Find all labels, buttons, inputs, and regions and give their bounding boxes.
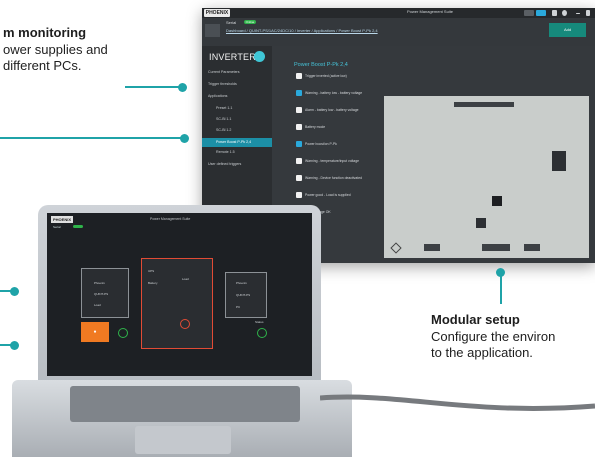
- laptop-action-button[interactable]: ●: [81, 322, 109, 342]
- checkbox-label: Warning - temperature/input voltage: [305, 159, 359, 163]
- terminal-block: [524, 244, 540, 251]
- checkbox-label: Battery mode: [305, 125, 326, 129]
- callout-dot: [10, 287, 19, 296]
- node-label: Load: [182, 277, 189, 281]
- callout-system-monitoring-line1: ower supplies and: [3, 42, 108, 57]
- node-label: Phoenix: [236, 281, 247, 285]
- sidebar-item-trigger-thresholds[interactable]: Trigger thresholds: [208, 82, 237, 86]
- callout-connector: [500, 276, 502, 304]
- checkbox[interactable]: [296, 90, 302, 96]
- power-cable: [320, 394, 595, 411]
- minimize-icon[interactable]: [576, 13, 580, 14]
- checkbox-label: Warning - Device function deactivated: [305, 176, 362, 180]
- checkbox-label: Alarm - battery low - battery voltage: [305, 108, 359, 112]
- checkbox[interactable]: [296, 107, 302, 113]
- callout-system-monitoring-title: m monitoring: [3, 25, 87, 40]
- checkbox-label: Power boost/on P-Pk: [305, 142, 337, 146]
- callout-connector: [125, 86, 180, 88]
- callout-modular-setup-line1: Configure the environ: [431, 329, 556, 344]
- content-title: Power Boost P-Pk 2,4: [294, 62, 348, 68]
- device-diagram: [384, 96, 589, 258]
- warning-icon: [390, 242, 402, 254]
- checkbox-label: Warning - battery low - battery voltage: [305, 91, 363, 95]
- laptop-app-title: Power Management Suite: [150, 217, 191, 221]
- callout-dot: [178, 83, 187, 92]
- node-label: Status: [255, 320, 264, 324]
- title-bar: PHOENIX Power Management Suite: [202, 8, 595, 18]
- checkbox[interactable]: [296, 192, 302, 198]
- node-label: QUINT-PS: [236, 293, 251, 297]
- sidebar-item-applications[interactable]: Applications: [208, 94, 227, 98]
- menu-button[interactable]: [205, 24, 220, 37]
- node-label: Load: [94, 303, 101, 307]
- sidebar-item-user-triggers[interactable]: User defined triggers: [208, 162, 241, 166]
- breadcrumb[interactable]: Dashboard / QUINT-PS/1AC/24DC/10 / Inver…: [226, 28, 378, 33]
- home-icon[interactable]: [552, 10, 557, 16]
- terminal-block: [482, 244, 510, 251]
- settings-icon[interactable]: [562, 10, 567, 16]
- sidebar-item-sc-bl-1[interactable]: SC-Bl 1.1: [216, 117, 231, 121]
- sidebar-title: INVERTER: [209, 52, 256, 62]
- qr-code: [476, 218, 486, 228]
- checkbox-label: Power good - Load is supplied: [305, 193, 351, 197]
- node-label: UPS: [148, 269, 155, 273]
- status-circle-icon: [254, 51, 265, 62]
- status-display: [552, 151, 566, 171]
- checkbox[interactable]: [296, 158, 302, 164]
- laptop-input-panel: Phoenix QUINT-PS Load: [81, 268, 129, 318]
- node-label: QUINT-PS: [94, 292, 109, 296]
- node-label: PC: [236, 305, 241, 309]
- ok-status-icon: [257, 328, 267, 338]
- callout-system-monitoring-line2: different PCs.: [3, 58, 82, 73]
- sidebar-item-remote[interactable]: Remote 1.5: [216, 150, 235, 154]
- laptop-serial-label: Serial: [53, 225, 61, 229]
- sidebar-item-current-parameters[interactable]: Current Parameters: [208, 70, 240, 74]
- trackpad: [135, 426, 231, 454]
- window-button[interactable]: [536, 10, 546, 16]
- alarm-status-icon: [180, 319, 190, 329]
- checkbox[interactable]: [296, 175, 302, 181]
- phoenix-logo-icon: [492, 196, 502, 206]
- callout-dot: [10, 341, 19, 350]
- sidebar-item-sc-bl-2[interactable]: SC-Bl 1.2: [216, 128, 231, 132]
- callout-modular-setup-title: Modular setup: [431, 312, 520, 327]
- checkbox-label: Trigger inverted (active low): [305, 74, 347, 78]
- callout-connector: [0, 137, 182, 139]
- serial-label: Serial: [226, 20, 237, 25]
- ok-status-icon: [118, 328, 128, 338]
- checkbox[interactable]: [296, 141, 302, 147]
- close-icon[interactable]: [586, 10, 590, 16]
- laptop-output-panel: Phoenix QUINT-PS PC: [225, 272, 267, 318]
- sidebar-item-preset[interactable]: Preset 1.1: [216, 106, 232, 110]
- checkbox[interactable]: [296, 73, 302, 79]
- terminal-block: [424, 244, 440, 251]
- sidebar-active-highlight[interactable]: Power Boost P-Pk 2,4: [202, 138, 272, 147]
- keyboard: [70, 386, 300, 422]
- callout-dot: [180, 134, 189, 143]
- laptop-brand-logo: PHOENIX: [51, 216, 73, 223]
- node-label: Battery: [148, 281, 158, 285]
- brand-logo: PHOENIX: [204, 9, 230, 17]
- laptop-online-badge: [73, 225, 83, 228]
- callout-modular-setup-line2: to the application.: [431, 345, 533, 360]
- add-button[interactable]: Add: [549, 23, 586, 37]
- window-button[interactable]: [524, 10, 534, 16]
- sidebar-item-label: Power Boost P-Pk 2,4: [216, 140, 252, 144]
- laptop-inverter-panel: UPS Battery Load: [141, 258, 213, 349]
- checkbox[interactable]: [296, 124, 302, 130]
- terminal-block: [454, 102, 514, 107]
- app-title: Power Management Suite: [407, 9, 454, 14]
- node-label: Phoenix: [94, 281, 105, 285]
- online-badge: Online: [244, 20, 256, 24]
